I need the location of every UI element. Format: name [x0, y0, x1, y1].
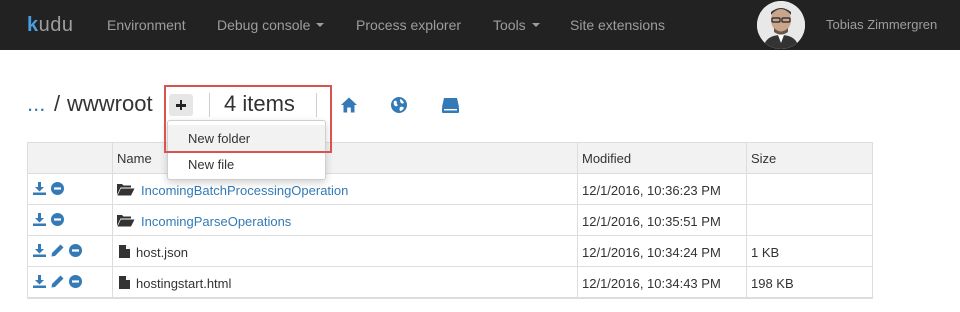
- nav-site-extensions[interactable]: Site extensions: [570, 17, 665, 33]
- column-divider: [112, 143, 113, 298]
- modified-cell: 12/1/2016, 10:36:23 PM: [582, 183, 721, 198]
- nav-environment[interactable]: Environment: [107, 17, 186, 33]
- download-icon[interactable]: [33, 182, 46, 195]
- breadcrumb-current-folder: wwwroot: [67, 91, 153, 116]
- caret-down-icon: [531, 23, 540, 28]
- drive-icon[interactable]: [441, 96, 460, 114]
- modified-cell: 12/1/2016, 10:34:24 PM: [582, 245, 721, 260]
- modified-cell: 12/1/2016, 10:35:51 PM: [582, 214, 721, 229]
- download-icon[interactable]: [33, 275, 46, 288]
- delete-icon[interactable]: [51, 213, 64, 226]
- nav-debug-console[interactable]: Debug console: [217, 17, 325, 33]
- download-icon[interactable]: [33, 213, 46, 226]
- size-cell: 198 KB: [751, 276, 794, 291]
- file-icon: [119, 276, 130, 289]
- top-navbar: kudu Environment Debug console Process e…: [0, 0, 960, 50]
- avatar-photo: [757, 1, 805, 49]
- user-name[interactable]: Tobias Zimmergren: [826, 17, 937, 32]
- size-cell: 1 KB: [751, 245, 780, 260]
- folder-open-icon: [117, 215, 135, 227]
- edit-pencil-icon[interactable]: [51, 275, 64, 288]
- add-new-dropdown-menu: New folder New file: [167, 120, 326, 180]
- items-count: 4 items: [224, 91, 295, 116]
- breadcrumb-separator: /: [54, 91, 61, 116]
- edit-pencil-icon[interactable]: [51, 244, 64, 257]
- modified-cell: 12/1/2016, 10:34:43 PM: [582, 276, 721, 291]
- delete-icon[interactable]: [69, 275, 82, 288]
- nav-process-explorer[interactable]: Process explorer: [356, 17, 461, 33]
- file-name: host.json: [136, 245, 189, 260]
- file-name: hostingstart.html: [136, 276, 232, 291]
- delete-icon[interactable]: [51, 182, 64, 195]
- column-size-header[interactable]: Size: [751, 151, 776, 166]
- download-icon[interactable]: [33, 244, 46, 257]
- caret-down-icon: [316, 23, 325, 28]
- column-modified-header[interactable]: Modified: [582, 151, 631, 166]
- globe-icon[interactable]: [390, 96, 408, 114]
- file-name-link[interactable]: IncomingBatchProcessingOperation: [141, 183, 348, 198]
- kudu-logo[interactable]: kudu: [27, 14, 74, 37]
- file-icon: [119, 245, 130, 258]
- home-icon[interactable]: [340, 96, 358, 114]
- delete-icon[interactable]: [69, 244, 82, 257]
- toolbar-divider: [209, 93, 210, 117]
- column-divider: [577, 143, 578, 298]
- file-table: Name Modified Size IncomingBatchProcessi…: [27, 142, 873, 299]
- file-name-link[interactable]: IncomingParseOperations: [141, 214, 291, 229]
- breadcrumb-ellipsis-link[interactable]: ...: [27, 91, 45, 117]
- column-name-header[interactable]: Name: [117, 151, 152, 166]
- toolbar-divider: [316, 93, 317, 117]
- menu-item-new-folder[interactable]: New folder: [168, 125, 325, 151]
- folder-open-icon: [117, 184, 135, 196]
- nav-tools[interactable]: Tools: [493, 17, 540, 33]
- menu-item-new-file[interactable]: New file: [168, 151, 325, 177]
- user-avatar[interactable]: [757, 1, 805, 49]
- column-divider: [746, 143, 747, 298]
- add-new-button[interactable]: [169, 94, 193, 116]
